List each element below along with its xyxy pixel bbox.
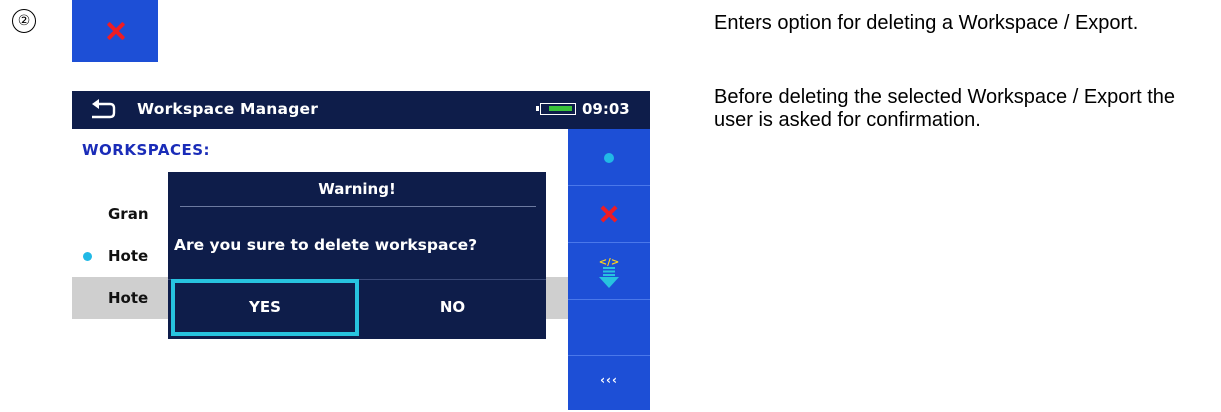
page-title: Workspace Manager bbox=[137, 100, 319, 118]
export-button[interactable]: </> bbox=[568, 243, 650, 300]
close-icon bbox=[601, 206, 617, 222]
back-arrow-icon[interactable] bbox=[88, 98, 116, 120]
active-indicator-icon bbox=[83, 252, 92, 261]
delete-workspace-button[interactable] bbox=[72, 0, 158, 62]
yes-button[interactable]: YES bbox=[171, 279, 359, 336]
warning-dialog: Warning! Are you sure to delete workspac… bbox=[168, 172, 546, 339]
delete-button[interactable] bbox=[568, 186, 650, 243]
back-button[interactable]: ‹‹‹ bbox=[568, 356, 650, 410]
clock-display: 09:03 bbox=[582, 100, 630, 118]
workspaces-section-label: WORKSPACES: bbox=[82, 141, 211, 159]
step-number: ② bbox=[12, 9, 36, 33]
set-active-button[interactable] bbox=[568, 129, 650, 186]
dialog-message: Are you sure to delete workspace? bbox=[174, 236, 478, 254]
dialog-title: Warning! bbox=[318, 180, 396, 198]
sidebar-toolbar: </> ‹‹‹ bbox=[568, 129, 650, 410]
empty-sidebar-slot bbox=[568, 300, 650, 356]
description-confirmation: Before deleting the selected Workspace /… bbox=[714, 86, 1176, 131]
description-delete-option: Enters option for deleting a Workspace /… bbox=[714, 12, 1139, 34]
device-screen: Workspace Manager 09:03 WORKSPACES: Gran… bbox=[72, 91, 650, 410]
back-arrows-label: ‹‹‹ bbox=[600, 373, 618, 387]
dot-icon bbox=[604, 153, 614, 163]
svg-text:</>: </> bbox=[599, 257, 619, 268]
export-icon: </> bbox=[599, 257, 619, 288]
workspace-name: Hote bbox=[108, 289, 149, 307]
close-icon bbox=[107, 22, 125, 40]
no-button[interactable]: NO bbox=[359, 279, 546, 336]
header-bar: Workspace Manager 09:03 bbox=[72, 91, 650, 129]
battery-icon bbox=[536, 103, 576, 115]
workspace-name: Hote bbox=[108, 247, 149, 265]
workspace-name: Gran bbox=[108, 205, 149, 223]
dialog-divider bbox=[180, 206, 536, 207]
